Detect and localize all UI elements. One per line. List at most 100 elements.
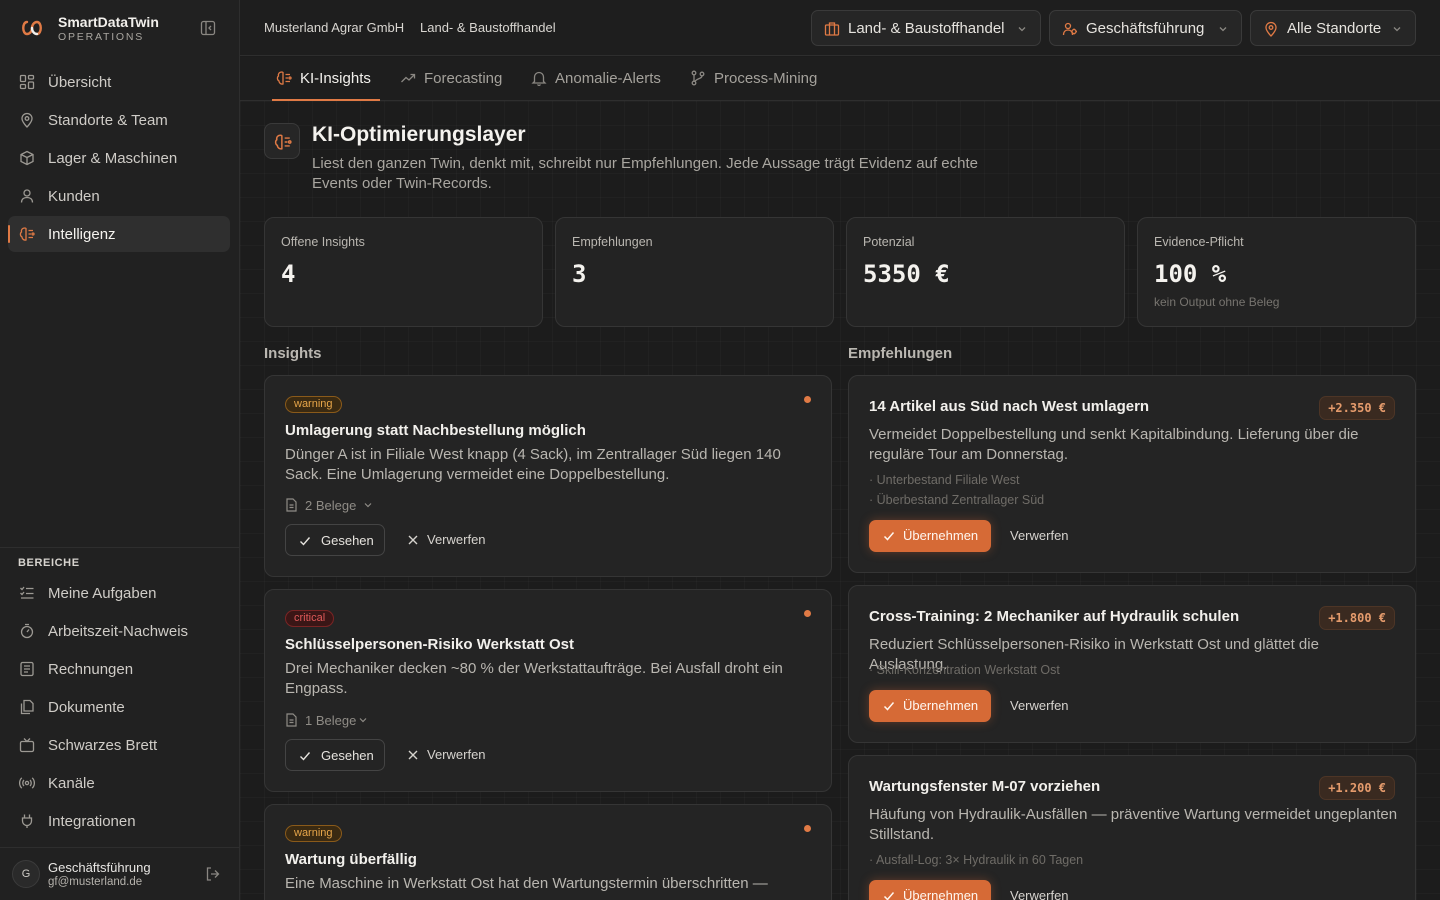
recommendation-card: Wartungsfenster M-07 vorziehen +1.200 € … <box>848 755 1416 900</box>
logo-icon <box>22 20 42 36</box>
branch-select[interactable]: Land- & Baustoffhandel <box>811 10 1041 46</box>
stat-value: 100 % <box>1154 260 1227 288</box>
chevron-down-icon <box>364 503 372 508</box>
seen-label: Gesehen <box>321 748 374 763</box>
user-icon <box>20 189 34 203</box>
severity-badge: warning <box>285 825 342 842</box>
tab-forecasting[interactable]: Forecasting <box>400 57 510 100</box>
insight-text: Dünger A ist in Filiale West knapp (4 Sa… <box>285 446 781 483</box>
sidebar-item-lager[interactable]: Lager & Maschinen <box>8 140 230 176</box>
sidebar-item-kunden[interactable]: Kunden <box>8 178 230 214</box>
plug-icon <box>21 814 33 828</box>
topbar: Musterland Agrar GmbH Land- & Baustoffha… <box>240 0 1440 56</box>
receipt-icon <box>20 661 34 677</box>
sidebar-item-aufgaben[interactable]: Meine Aufgaben <box>8 575 230 611</box>
unread-dot <box>804 610 811 617</box>
sidebar-item-label: Kanäle <box>48 775 95 792</box>
brain-icon <box>19 227 35 241</box>
sidebar-item-integrationen[interactable]: Integrationen <box>8 803 230 839</box>
close-icon <box>408 750 418 760</box>
dismiss-label: Verwerfen <box>1010 888 1069 900</box>
stat-label: Empfehlungen <box>572 235 653 249</box>
location-select-value: Alle Standorte <box>1287 20 1382 37</box>
git-branch-icon <box>691 70 705 86</box>
stat-label: Evidence-Pflicht <box>1154 235 1244 249</box>
sidebar-item-standorte[interactable]: Standorte & Team <box>8 102 230 138</box>
tab-label: Forecasting <box>424 70 503 87</box>
evidence-item: · Überbestand Zentrallager Süd <box>869 493 1045 507</box>
sidebar-item-rechnungen[interactable]: Rechnungen <box>8 651 230 687</box>
sidebar-item-label: Intelligenz <box>48 226 116 243</box>
bell-icon <box>531 71 547 86</box>
close-icon <box>408 535 418 545</box>
dismiss-button[interactable]: Verwerfen <box>405 524 495 556</box>
sidebar-item-label: Rechnungen <box>48 661 134 678</box>
sidebar-item-arbeitszeit[interactable]: Arbeitszeit-Nachweis <box>8 613 230 649</box>
accept-button[interactable]: Übernehmen <box>869 520 991 552</box>
accept-label: Übernehmen <box>903 698 979 713</box>
tab-anomalie-alerts[interactable]: Anomalie-Alerts <box>531 57 666 100</box>
seen-button[interactable]: Gesehen <box>285 739 385 771</box>
sidebar: SmartDataTwin OPERATIONS Übersicht Stand… <box>0 0 240 900</box>
dismiss-label: Verwerfen <box>1010 528 1069 543</box>
dismiss-button[interactable]: Verwerfen <box>405 739 495 771</box>
sidebar-item-label: Lager & Maschinen <box>48 150 178 167</box>
brand-name: SmartDataTwin <box>58 14 159 30</box>
evidence-item: · Ausfall-Log: 3× Hydraulik in 60 Tagen <box>869 853 1084 867</box>
tab-process-mining[interactable]: Process-Mining <box>690 57 825 100</box>
tv-icon <box>19 738 35 753</box>
sidebar-item-label: Standorte & Team <box>48 112 168 129</box>
chevron-down-icon <box>1393 27 1401 32</box>
sidebar-item-schwarzes-brett[interactable]: Schwarzes Brett <box>8 727 230 763</box>
accept-button[interactable]: Übernehmen <box>869 880 991 900</box>
sidebar-item-uebersicht[interactable]: Übersicht <box>8 64 230 100</box>
stat-value: 4 <box>281 260 296 288</box>
sidebar-item-dokumente[interactable]: Dokumente <box>8 689 230 725</box>
stat-card-potential: Potenzial 5350 € <box>846 217 1125 327</box>
sidebar-item-label: Dokumente <box>48 699 125 716</box>
recommendations-heading: Empfehlungen <box>848 345 953 362</box>
recommendation-card: Cross-Training: 2 Mechaniker auf Hydraul… <box>848 585 1416 743</box>
insight-card: warning Umlagerung statt Nachbestellung … <box>264 375 832 577</box>
tab-ki-insights[interactable]: KI-Insights <box>272 57 380 101</box>
sidebar-collapse-icon[interactable] <box>200 20 216 36</box>
evidence-item: · Unterbestand Filiale West <box>869 473 1020 487</box>
role-select-value: Geschäftsführung <box>1086 20 1205 37</box>
box-icon <box>20 150 34 166</box>
recommendation-title: Wartungsfenster M-07 vorziehen <box>869 778 1101 795</box>
insight-title: Umlagerung statt Nachbestellung möglich <box>285 422 586 439</box>
unread-dot <box>804 396 811 403</box>
impact-badge: +1.200 € <box>1319 776 1395 800</box>
chevron-down-icon <box>1018 27 1026 32</box>
branch-select-value: Land- & Baustoffhandel <box>848 20 1005 37</box>
user-profile[interactable]: G Geschäftsführung gf@musterland.de <box>0 848 239 900</box>
brand[interactable]: SmartDataTwin OPERATIONS <box>18 13 228 45</box>
avatar: G <box>12 860 40 888</box>
accept-button[interactable]: Übernehmen <box>869 690 991 722</box>
seen-button[interactable]: Gesehen <box>285 524 385 556</box>
insight-card: warning Wartung überfällig Eine Maschine… <box>264 804 832 900</box>
list-checks-icon <box>20 586 34 599</box>
sidebar-item-label: Kunden <box>48 188 100 205</box>
recommendation-text: Vermeidet Doppelbestellung und senkt Kap… <box>869 426 1359 463</box>
map-pin-icon <box>21 112 33 128</box>
page-icon <box>264 123 300 159</box>
sidebar-item-kanaele[interactable]: Kanäle <box>8 765 230 801</box>
breadcrumb-company[interactable]: Musterland Agrar GmbH <box>264 20 404 35</box>
logout-icon[interactable] <box>205 866 221 882</box>
sidebar-divider <box>0 547 239 548</box>
sidebar-item-label: Arbeitszeit-Nachweis <box>48 623 189 640</box>
check-icon <box>883 702 895 711</box>
stat-label: Offene Insights <box>281 235 365 249</box>
breadcrumb-segment[interactable]: Land- & Baustoffhandel <box>420 20 556 35</box>
location-select[interactable]: Alle Standorte <box>1250 10 1416 46</box>
impact-badge: +1.800 € <box>1319 606 1395 630</box>
sidebar-item-intelligenz[interactable]: Intelligenz <box>8 216 230 252</box>
stat-card-recommendations: Empfehlungen 3 <box>555 217 834 327</box>
accept-label: Übernehmen <box>903 888 979 900</box>
store-icon <box>824 22 840 36</box>
timer-icon <box>20 623 34 639</box>
chevron-down-icon <box>359 718 367 723</box>
role-select[interactable]: Geschäftsführung <box>1049 10 1242 46</box>
sidebar-item-label: Meine Aufgaben <box>48 585 157 602</box>
